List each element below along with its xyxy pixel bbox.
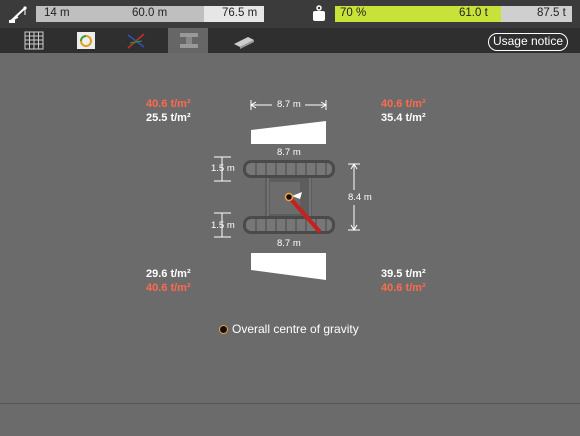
track-height-top-label: 1.5 m bbox=[211, 163, 235, 174]
tab-ground-pressure[interactable] bbox=[168, 28, 208, 53]
top-width-label: 8.7 m bbox=[277, 99, 301, 110]
crane-boom-icon bbox=[9, 6, 27, 23]
crawler-diagram bbox=[214, 100, 360, 280]
boom-line bbox=[287, 195, 322, 234]
bottom-bar bbox=[0, 403, 580, 436]
load-max: 87.5 t bbox=[537, 7, 566, 19]
crawler-track-icon bbox=[180, 33, 198, 48]
pressure-bottom-right: 39.5 t/m² bbox=[381, 268, 426, 280]
pressure-top-right: 35.4 t/m² bbox=[381, 112, 426, 124]
pressure-top-left: 25.5 t/m² bbox=[146, 112, 191, 124]
tab-boom-config[interactable] bbox=[116, 28, 156, 53]
cog-legend-icon bbox=[219, 325, 228, 334]
crawler-body bbox=[243, 160, 335, 234]
track-width-top-label: 8.7 m bbox=[277, 147, 301, 158]
top-pressure-shape bbox=[251, 121, 326, 144]
cog-legend-label: Overall centre of gravity bbox=[232, 322, 359, 336]
pressure-top-left-max: 40.6 t/m² bbox=[146, 98, 191, 110]
track-height-bottom-label: 1.5 m bbox=[211, 220, 235, 231]
building-icon bbox=[24, 31, 44, 50]
weight-icon bbox=[313, 5, 325, 21]
tab-mats[interactable] bbox=[222, 28, 262, 53]
cog-marker bbox=[284, 192, 294, 202]
boom-max: 76.5 m bbox=[222, 7, 258, 19]
track-gauge-label: 8.4 m bbox=[348, 192, 372, 203]
cog-legend: Overall centre of gravity bbox=[219, 322, 359, 336]
status-bar: 14 m 60.0 m 76.5 m 70 % 61.0 t 87.5 t bbox=[0, 0, 580, 28]
load-gauge: 70 % 61.0 t 87.5 t bbox=[335, 6, 572, 22]
boom-radius: 14 m bbox=[44, 7, 70, 19]
boom-gauge: 14 m 60.0 m 76.5 m bbox=[36, 6, 264, 22]
pressure-top-right-max: 40.6 t/m² bbox=[381, 98, 426, 110]
pressure-bottom-right-max: 40.6 t/m² bbox=[381, 282, 426, 294]
boom-config-icon bbox=[127, 33, 145, 49]
tab-building[interactable] bbox=[14, 28, 54, 53]
boom-length: 60.0 m bbox=[132, 7, 168, 19]
pressure-bottom-left: 29.6 t/m² bbox=[146, 268, 191, 280]
usage-notice-button[interactable]: Usage notice bbox=[488, 33, 568, 51]
track-width-bottom-label: 8.7 m bbox=[277, 238, 301, 249]
load-chart-icon bbox=[77, 32, 95, 49]
pressure-bottom-left-max: 40.6 t/m² bbox=[146, 282, 191, 294]
load-value: 61.0 t bbox=[459, 7, 488, 19]
mat-icon bbox=[234, 37, 254, 49]
load-percent: 70 % bbox=[340, 7, 367, 19]
bottom-pressure-shape bbox=[251, 253, 326, 280]
tab-load-chart[interactable] bbox=[66, 28, 106, 53]
